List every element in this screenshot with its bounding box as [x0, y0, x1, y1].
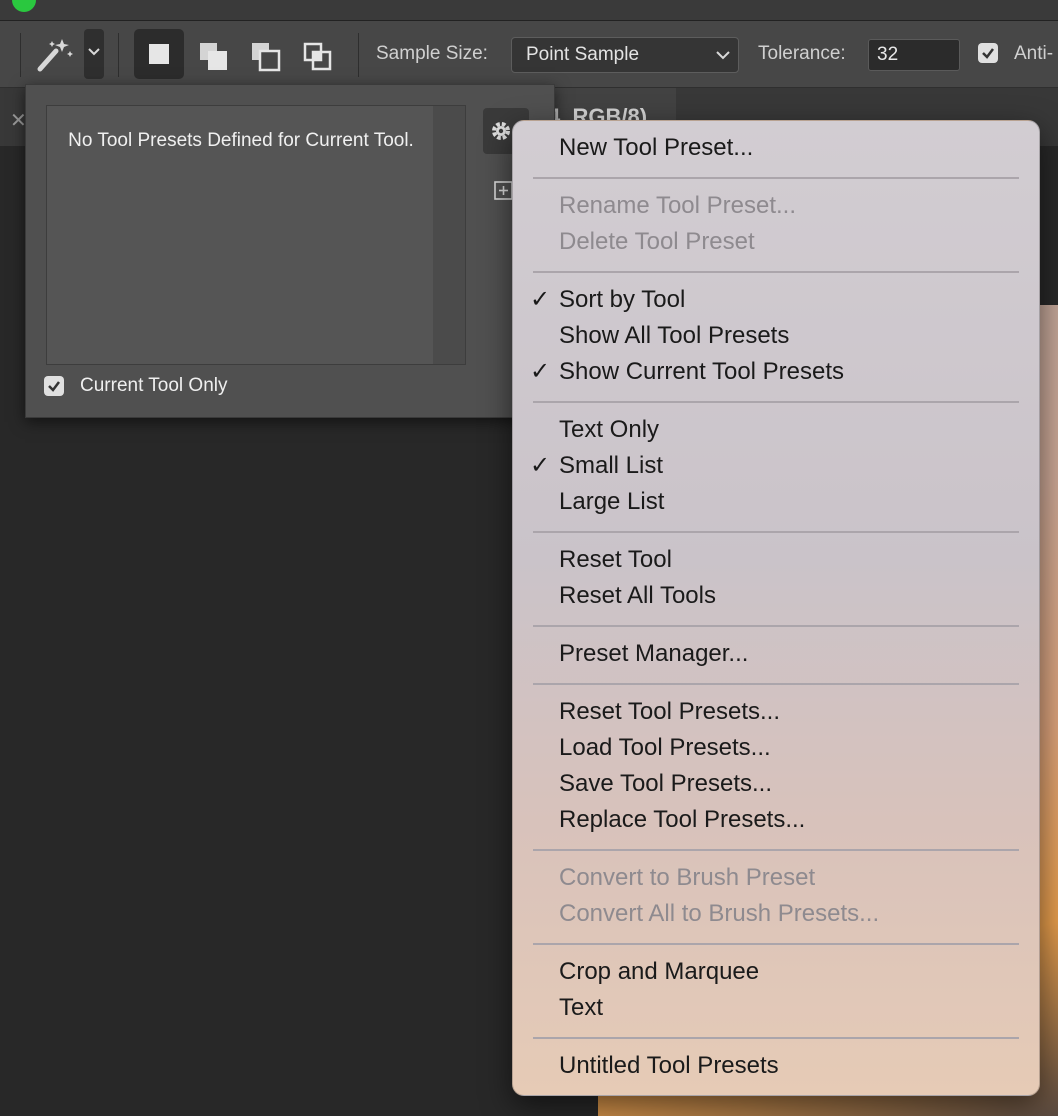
gear-icon [492, 122, 510, 140]
new-selection-button[interactable] [134, 29, 184, 79]
title-bar [0, 0, 1058, 21]
menu-item-show-all-tool-presets[interactable]: Show All Tool Presets [559, 321, 789, 351]
menu-item-preset-manager[interactable]: Preset Manager... [559, 639, 748, 669]
checkmark-icon [982, 48, 994, 59]
menu-separator [533, 683, 1019, 685]
menu-separator [533, 401, 1019, 403]
menu-item-save-tool-presets[interactable]: Save Tool Presets... [559, 769, 772, 799]
menu-item-text-only[interactable]: Text Only [559, 415, 659, 445]
menu-item-small-list[interactable]: Small List [559, 451, 663, 481]
anti-alias-label: Anti- [1014, 43, 1054, 64]
checkmark-icon: ✓ [530, 452, 551, 479]
add-to-selection-icon [200, 43, 227, 70]
menu-item-reset-tool[interactable]: Reset Tool [559, 545, 672, 575]
empty-presets-message: No Tool Presets Defined for Current Tool… [68, 130, 414, 151]
checkmark-icon: ✓ [530, 286, 551, 313]
menu-separator [533, 177, 1019, 179]
intersect-selection-icon [303, 42, 332, 71]
current-tool-only-checkbox[interactable] [44, 376, 64, 396]
magic-wand-icon[interactable] [34, 35, 76, 75]
menu-separator [533, 1037, 1019, 1039]
menu-item-rename-tool-preset: Rename Tool Preset... [559, 192, 797, 219]
window-zoom-button[interactable] [12, 0, 36, 12]
options-bar-divider [20, 33, 21, 77]
sample-size-label: Sample Size: [376, 43, 488, 64]
chevron-down-icon [716, 51, 730, 60]
menu-separator [533, 849, 1019, 851]
menu-separator [533, 531, 1019, 533]
anti-alias-checkbox[interactable] [978, 43, 998, 63]
menu-item-untitled-tool-presets[interactable]: Untitled Tool Presets [559, 1051, 779, 1081]
menu-item-reset-tool-presets[interactable]: Reset Tool Presets... [559, 697, 780, 727]
menu-item-new-tool-preset[interactable]: New Tool Preset... [559, 133, 753, 163]
menu-separator [533, 271, 1019, 273]
preset-options-menu: New Tool Preset... Rename Tool Preset...… [512, 120, 1040, 1096]
intersect-selection-button[interactable] [290, 29, 340, 79]
menu-item-show-current-tool-presets[interactable]: Show Current Tool Presets [559, 357, 844, 387]
sample-size-select[interactable]: Point Sample [511, 37, 739, 73]
chevron-down-icon [88, 48, 100, 56]
menu-item-reset-all-tools[interactable]: Reset All Tools [559, 581, 716, 611]
tool-preset-picker-button[interactable] [84, 29, 104, 79]
options-bar-divider [118, 33, 119, 77]
sample-size-value: Point Sample [526, 44, 640, 65]
menu-item-load-tool-presets[interactable]: Load Tool Presets... [559, 733, 771, 763]
checkmark-icon: ✓ [530, 358, 551, 385]
menu-item-convert-to-brush-preset: Convert to Brush Preset [559, 864, 816, 891]
current-tool-only-label: Current Tool Only [80, 375, 228, 396]
options-bar: Sample Size: Point Sample Tolerance: 32 … [0, 21, 1058, 88]
preset-list-scrollbar[interactable] [433, 106, 465, 364]
menu-item-crop-and-marquee[interactable]: Crop and Marquee [559, 957, 759, 987]
checkmark-icon [48, 381, 60, 392]
menu-item-sort-by-tool[interactable]: Sort by Tool [559, 285, 685, 315]
subtract-from-selection-icon [252, 43, 281, 72]
tolerance-input[interactable]: 32 [868, 39, 960, 71]
tool-preset-panel: No Tool Presets Defined for Current Tool… [25, 84, 555, 418]
menu-item-convert-all-to-brush-presets: Convert All to Brush Presets... [559, 900, 880, 927]
menu-separator [533, 943, 1019, 945]
options-bar-divider [358, 33, 359, 77]
menu-item-replace-tool-presets[interactable]: Replace Tool Presets... [559, 805, 805, 835]
tolerance-label: Tolerance: [758, 43, 846, 64]
new-selection-icon [149, 44, 169, 64]
tool-preset-list[interactable]: No Tool Presets Defined for Current Tool… [46, 105, 466, 365]
menu-item-delete-tool-preset: Delete Tool Preset [559, 228, 755, 255]
menu-separator [533, 625, 1019, 627]
subtract-from-selection-button[interactable] [238, 29, 288, 79]
menu-item-large-list[interactable]: Large List [559, 487, 664, 517]
add-to-selection-button[interactable] [186, 29, 236, 79]
menu-item-text[interactable]: Text [559, 993, 603, 1023]
